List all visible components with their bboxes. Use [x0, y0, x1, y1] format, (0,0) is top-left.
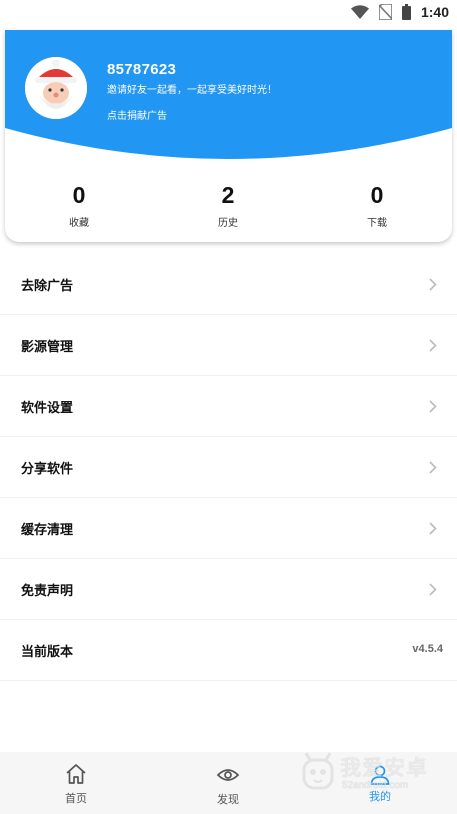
menu-item-current-version[interactable]: 当前版本 v4.5.4 — [0, 620, 457, 681]
menu-item-label: 分享软件 — [21, 462, 74, 477]
no-sim-icon — [378, 4, 392, 20]
stat-favorites[interactable]: 0 收藏 — [29, 182, 129, 229]
eye-icon — [216, 769, 240, 781]
stat-history-label: 历史 — [218, 218, 238, 229]
version-value: v4.5.4 — [412, 643, 443, 655]
user-slogan: 邀请好友一起看，一起享受美好时光！ — [107, 85, 277, 96]
wifi-icon — [350, 5, 369, 19]
menu-item-disclaimer[interactable]: 免责声明 — [0, 559, 457, 620]
stat-history-count: 2 — [221, 182, 235, 208]
stat-favorites-count: 0 — [72, 182, 86, 208]
menu-item-label: 软件设置 — [21, 401, 74, 416]
home-icon — [66, 764, 86, 784]
donate-ads-link[interactable]: 点击捐献广告 — [107, 107, 167, 122]
tab-home[interactable]: 首页 — [26, 752, 126, 814]
tab-home-label: 首页 — [65, 792, 87, 805]
menu-item-source-management[interactable]: 影源管理 — [0, 315, 457, 376]
tab-mine-label: 我的 — [369, 790, 391, 803]
stat-downloads-label: 下载 — [367, 218, 387, 229]
menu-item-label: 去除广告 — [21, 279, 74, 294]
menu-item-label: 影源管理 — [21, 340, 74, 355]
status-time: 1:40 — [420, 4, 449, 20]
battery-icon — [401, 4, 411, 20]
chevron-right-icon — [429, 522, 437, 535]
tab-discover-label: 发现 — [217, 793, 239, 806]
chevron-right-icon — [429, 278, 437, 291]
tab-mine[interactable]: 我的 — [330, 752, 430, 814]
chevron-right-icon — [429, 339, 437, 352]
chevron-right-icon — [429, 400, 437, 413]
user-id: 85787623 — [107, 61, 177, 78]
chevron-right-icon — [429, 583, 437, 596]
settings-menu: 去除广告 影源管理 软件设置 分享软件 缓存清理 免责声明 当前版本 v4.5.… — [0, 254, 457, 681]
profile-card: 85787623 邀请好友一起看，一起享受美好时光！ 点击捐献广告 0 收藏 2… — [5, 30, 452, 242]
menu-item-label: 缓存清理 — [21, 523, 74, 538]
stat-downloads[interactable]: 0 下载 — [327, 182, 427, 229]
menu-item-clear-cache[interactable]: 缓存清理 — [0, 498, 457, 559]
stat-favorites-label: 收藏 — [69, 218, 89, 229]
status-bar: 1:40 — [0, 0, 457, 28]
santa-avatar-icon — [25, 57, 87, 119]
chevron-right-icon — [429, 461, 437, 474]
menu-item-label: 免责声明 — [21, 584, 74, 599]
menu-item-share-app[interactable]: 分享软件 — [0, 437, 457, 498]
avatar[interactable] — [25, 57, 87, 119]
stat-downloads-count: 0 — [370, 182, 384, 208]
menu-item-remove-ads[interactable]: 去除广告 — [0, 254, 457, 315]
menu-item-app-settings[interactable]: 软件设置 — [0, 376, 457, 437]
user-icon — [370, 765, 390, 785]
menu-item-label: 当前版本 — [21, 645, 74, 660]
status-icons: 1:40 — [350, 4, 449, 20]
tab-discover[interactable]: 发现 — [178, 752, 278, 814]
stat-history[interactable]: 2 历史 — [178, 182, 278, 229]
bottom-tab-bar: 首页 发现 我的 — [0, 752, 457, 814]
